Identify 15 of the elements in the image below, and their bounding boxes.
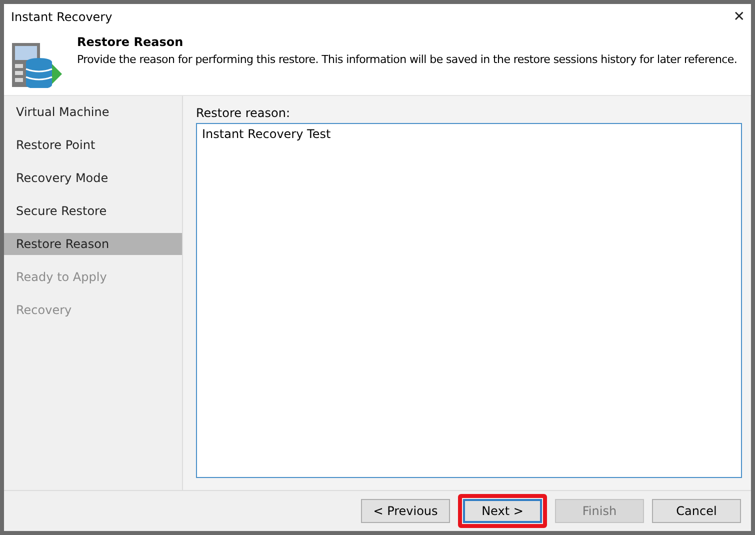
wizard-button[interactable]: Cancel — [652, 499, 741, 523]
database-restore-icon — [10, 40, 62, 88]
close-button[interactable]: ✕ — [727, 9, 751, 25]
page-description: Provide the reason for performing this restore. This information will be saved in the restore sessions history for later reference. — [77, 53, 738, 66]
step-item[interactable]: Virtual Machine — [4, 101, 182, 123]
field-label: Restore reason: — [196, 106, 291, 120]
wizard-button[interactable]: Next > — [463, 499, 542, 523]
wizard-button[interactable]: < Previous — [361, 499, 450, 523]
step-item[interactable]: Recovery Mode — [4, 167, 182, 189]
page-title: Restore Reason — [77, 35, 184, 49]
step-item[interactable]: Restore Reason — [4, 233, 182, 255]
step-item[interactable]: Secure Restore — [4, 200, 182, 222]
window-title: Instant Recovery — [11, 10, 112, 24]
reason-field[interactable]: Instant Recovery Test — [196, 123, 742, 478]
step-item[interactable]: Restore Point — [4, 134, 182, 156]
